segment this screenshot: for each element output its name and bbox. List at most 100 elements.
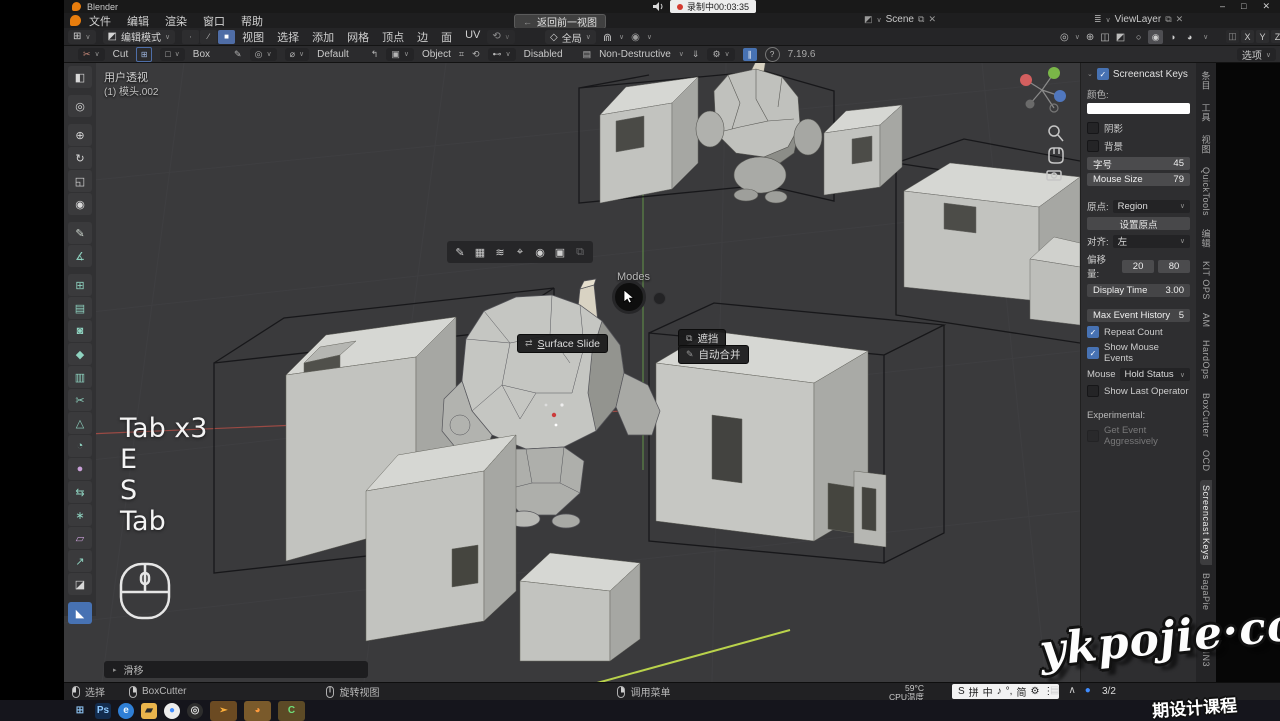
get-event-checkbox[interactable] bbox=[1087, 430, 1099, 442]
back-previous-view-button[interactable]: ← 返回前一视图 bbox=[514, 14, 606, 29]
show-overlays-icon[interactable]: ◫ bbox=[1100, 32, 1109, 43]
sidebar-tab[interactable]: AM bbox=[1200, 308, 1212, 333]
minimize-button[interactable]: – bbox=[1220, 1, 1225, 12]
tool-rip-region[interactable]: ↗ bbox=[68, 550, 92, 572]
scene-copy-icon[interactable]: ⧉ bbox=[918, 14, 924, 25]
panel-collapse-icon[interactable]: ⌄ bbox=[1087, 70, 1093, 78]
display-rotate-icon[interactable]: ⟲ bbox=[472, 49, 480, 60]
tool-move[interactable]: ⊕ bbox=[68, 124, 92, 146]
falloff-dropdown-icon[interactable]: ∨ bbox=[647, 33, 652, 41]
transform-box-icon[interactable]: ▣ bbox=[551, 243, 569, 261]
behavior-dropdown[interactable]: ⌀ ∨ bbox=[285, 48, 310, 61]
viewport-menu-item[interactable]: 顶点 bbox=[382, 29, 404, 45]
help-button[interactable]: ? bbox=[765, 47, 780, 62]
ime-item[interactable]: S bbox=[958, 686, 965, 697]
display-time-slider[interactable]: Display Time 3.00 bbox=[1087, 284, 1190, 297]
cut-mode-dropdown[interactable]: ✂ ∨ bbox=[78, 48, 105, 61]
tool-select-box[interactable]: ◧ bbox=[68, 66, 92, 88]
origin-dropdown[interactable]: Region ∨ bbox=[1113, 200, 1190, 213]
editor-type-button[interactable]: ⊞ ∨ bbox=[68, 30, 96, 44]
file-explorer-icon[interactable]: ▰ bbox=[141, 701, 157, 721]
tool-extrude-region[interactable]: ▤ bbox=[68, 297, 92, 319]
viewlayer-selector[interactable]: ≣ ∨ ViewLayer ⧉ ✕ bbox=[1094, 14, 1183, 25]
show-mouse-events-checkbox[interactable]: ✓ bbox=[1087, 347, 1099, 359]
viewport-menu-item[interactable]: UV bbox=[465, 29, 480, 45]
ime-item[interactable]: ♪ bbox=[997, 686, 1002, 697]
max-event-history-slider[interactable]: Max Event History 5 bbox=[1087, 309, 1190, 322]
tool-fallback-dropdown[interactable]: ⟲∨ bbox=[487, 30, 515, 44]
transform-orientation-dropdown[interactable]: ◇ 全局 ∨ bbox=[545, 30, 596, 44]
edge-select-button[interactable]: ∕ bbox=[200, 30, 217, 44]
viewport-menu-item[interactable]: 边 bbox=[417, 29, 428, 45]
mouse-mode-dropdown[interactable]: Hold Status ∨ bbox=[1120, 368, 1190, 381]
sidebar-tab[interactable]: BoxCutter bbox=[1200, 388, 1212, 443]
download-icon[interactable]: ⇓ bbox=[692, 49, 700, 60]
tray-expand-icon[interactable]: ∧ bbox=[1068, 685, 1075, 696]
tool-active-select[interactable]: ◣ bbox=[68, 602, 92, 624]
sidebar-tab[interactable]: Screencast Keys bbox=[1200, 480, 1212, 565]
sidebar-tab[interactable]: 视图 bbox=[1199, 130, 1214, 159]
vertex-select-button[interactable]: ∙ bbox=[182, 30, 199, 44]
wireframe-shading-button[interactable]: ○ bbox=[1131, 30, 1146, 44]
scene-dropdown-icon[interactable]: ∨ bbox=[877, 16, 882, 24]
tray-blue-dot-icon[interactable]: ● bbox=[1085, 685, 1091, 696]
tool-loop-cut[interactable]: ▥ bbox=[68, 366, 92, 388]
draw-pen-icon[interactable]: ✎ bbox=[234, 49, 242, 60]
snap-dropdown-icon[interactable]: ∨ bbox=[619, 33, 624, 41]
tool-scale[interactable]: ◱ bbox=[68, 170, 92, 192]
ime-item[interactable]: °, bbox=[1006, 686, 1013, 697]
sidebar-tab[interactable]: KIT OPS bbox=[1200, 256, 1212, 305]
eyedropper-icon[interactable]: ◉ bbox=[531, 243, 549, 261]
sidebar-tab[interactable]: 条目 bbox=[1199, 66, 1214, 95]
color-swatch[interactable] bbox=[1087, 103, 1190, 114]
close-button[interactable]: ✕ bbox=[1262, 1, 1270, 12]
settings-dropdown[interactable]: ⚙ ∨ bbox=[707, 48, 734, 61]
screencast-enable-checkbox[interactable]: ✓ bbox=[1097, 68, 1109, 80]
tool-measure[interactable]: ∡ bbox=[68, 245, 92, 267]
tool-knife[interactable]: ✂ bbox=[68, 389, 92, 411]
tool-edge-slide[interactable]: ⇆ bbox=[68, 481, 92, 503]
show-last-operator-checkbox[interactable] bbox=[1087, 385, 1099, 397]
tool-shrink-fatten[interactable]: ∗ bbox=[68, 504, 92, 526]
viewport-menu-item[interactable]: 面 bbox=[441, 29, 452, 45]
show-gizmo-icon[interactable]: ⊕ bbox=[1086, 32, 1094, 43]
show-visibility-icon[interactable]: ◎ bbox=[1060, 32, 1069, 43]
snap-mode-dropdown[interactable]: ⊷ ∨ bbox=[488, 48, 516, 61]
pause-button[interactable]: ∥ bbox=[743, 48, 757, 61]
shading-dropdown-icon[interactable]: ∨ bbox=[1203, 33, 1208, 41]
snap-magnet-icon[interactable]: ⋒ bbox=[603, 31, 612, 44]
offset-x-field[interactable]: 20 bbox=[1122, 260, 1154, 273]
set-origin-button[interactable]: 设置原点 bbox=[1087, 217, 1190, 230]
menu-item[interactable]: 帮助 bbox=[241, 13, 263, 29]
sidebar-tab[interactable]: QuickTools bbox=[1200, 162, 1212, 221]
xray-toggle-icon[interactable]: ◩ bbox=[1116, 32, 1125, 43]
extra-tool-icon[interactable]: ⧉ bbox=[571, 243, 589, 261]
tool-transform[interactable]: ◉ bbox=[68, 193, 92, 215]
shape-dropdown[interactable]: □ ∨ bbox=[160, 48, 185, 61]
tool-poly-build[interactable]: △ bbox=[68, 412, 92, 434]
tool-shear[interactable]: ▱ bbox=[68, 527, 92, 549]
visibility-dropdown-icon[interactable]: ∨ bbox=[1075, 33, 1080, 41]
viewport-3d[interactable] bbox=[64, 63, 1080, 682]
target-icon[interactable]: ⌖ bbox=[511, 243, 529, 261]
rendered-shading-button[interactable]: ◕ bbox=[1182, 30, 1197, 44]
maximize-button[interactable]: □ bbox=[1241, 1, 1246, 12]
mirror-axis-toggle[interactable]: Z bbox=[1271, 30, 1280, 43]
proportional-edit-icon[interactable]: ◉ bbox=[631, 32, 640, 43]
material-shading-button[interactable]: ◑ bbox=[1165, 30, 1180, 44]
ime-board-icon[interactable]: ▤ bbox=[1050, 685, 1059, 696]
tool-annotate[interactable]: ✎ bbox=[68, 222, 92, 244]
mode-target-dropdown[interactable]: ▣ ∨ bbox=[386, 48, 414, 61]
scene-close-icon[interactable]: ✕ bbox=[928, 14, 936, 25]
annotate-icon[interactable]: ✎ bbox=[451, 243, 469, 261]
tool-smooth[interactable]: ● bbox=[68, 458, 92, 480]
edge-browser-icon[interactable]: e bbox=[118, 701, 134, 721]
menu-item[interactable]: 渲染 bbox=[165, 13, 187, 29]
c-app-icon[interactable]: C bbox=[278, 701, 305, 721]
viewlayer-dropdown-icon[interactable]: ∨ bbox=[1106, 16, 1111, 24]
sidebar-tab[interactable]: HardOps bbox=[1200, 335, 1212, 385]
modes-secondary-dot[interactable] bbox=[653, 292, 666, 305]
scene-selector[interactable]: ◩ ∨ Scene ⧉ ✕ bbox=[864, 14, 936, 25]
ime-item[interactable]: 中 bbox=[983, 684, 993, 699]
viewlayer-copy-icon[interactable]: ⧉ bbox=[1165, 14, 1171, 25]
